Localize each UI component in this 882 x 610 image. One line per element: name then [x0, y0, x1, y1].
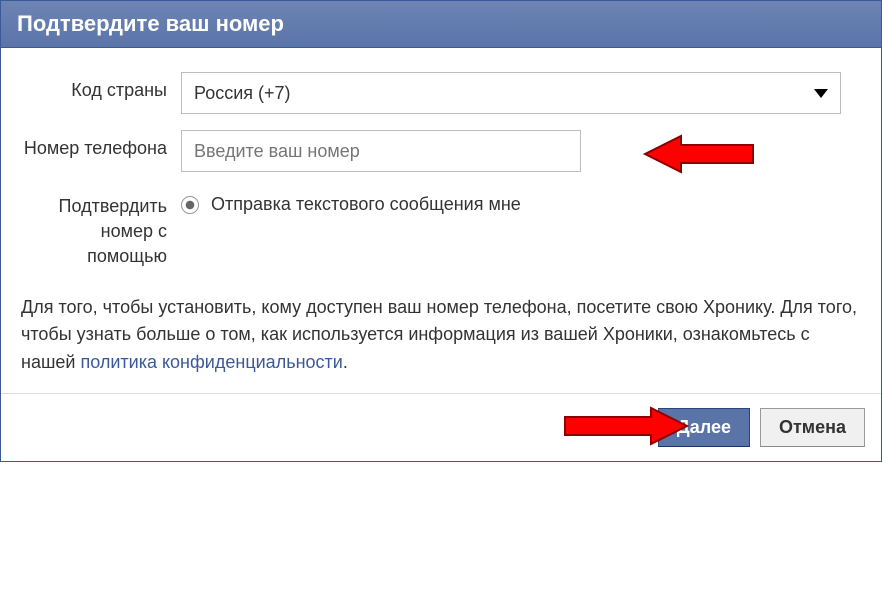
- confirm-radio-sms[interactable]: [181, 196, 199, 214]
- next-button[interactable]: Далее: [658, 408, 750, 447]
- dialog-header: Подтвердите ваш номер: [1, 1, 881, 48]
- row-phone: Номер телефона: [21, 130, 861, 172]
- confirm-number-dialog: Подтвердите ваш номер Код страны Россия …: [0, 0, 882, 462]
- confirm-radio-label: Отправка текстового сообщения мне: [211, 194, 521, 215]
- dialog-footer: Далее Отмена: [1, 393, 881, 461]
- row-country: Код страны Россия (+7): [21, 72, 861, 114]
- country-select-value: Россия (+7): [194, 83, 291, 104]
- country-select[interactable]: Россия (+7): [181, 72, 841, 114]
- cancel-button[interactable]: Отмена: [760, 408, 865, 447]
- row-confirm: Подтвердить номер с помощью Отправка тек…: [21, 188, 861, 270]
- country-label: Код страны: [21, 72, 181, 103]
- info-text: Для того, чтобы установить, кому доступе…: [21, 294, 861, 378]
- confirm-label: Подтвердить номер с помощью: [21, 188, 181, 270]
- privacy-link[interactable]: политика конфиденциальности: [80, 352, 342, 372]
- annotation-arrow-icon: [641, 132, 761, 176]
- phone-label: Номер телефона: [21, 130, 181, 161]
- chevron-down-icon: [814, 89, 828, 98]
- info-text-post: .: [343, 352, 348, 372]
- dialog-title: Подтвердите ваш номер: [17, 11, 865, 37]
- dialog-body: Код страны Россия (+7) Номер телефона По…: [1, 48, 881, 393]
- phone-input[interactable]: [181, 130, 581, 172]
